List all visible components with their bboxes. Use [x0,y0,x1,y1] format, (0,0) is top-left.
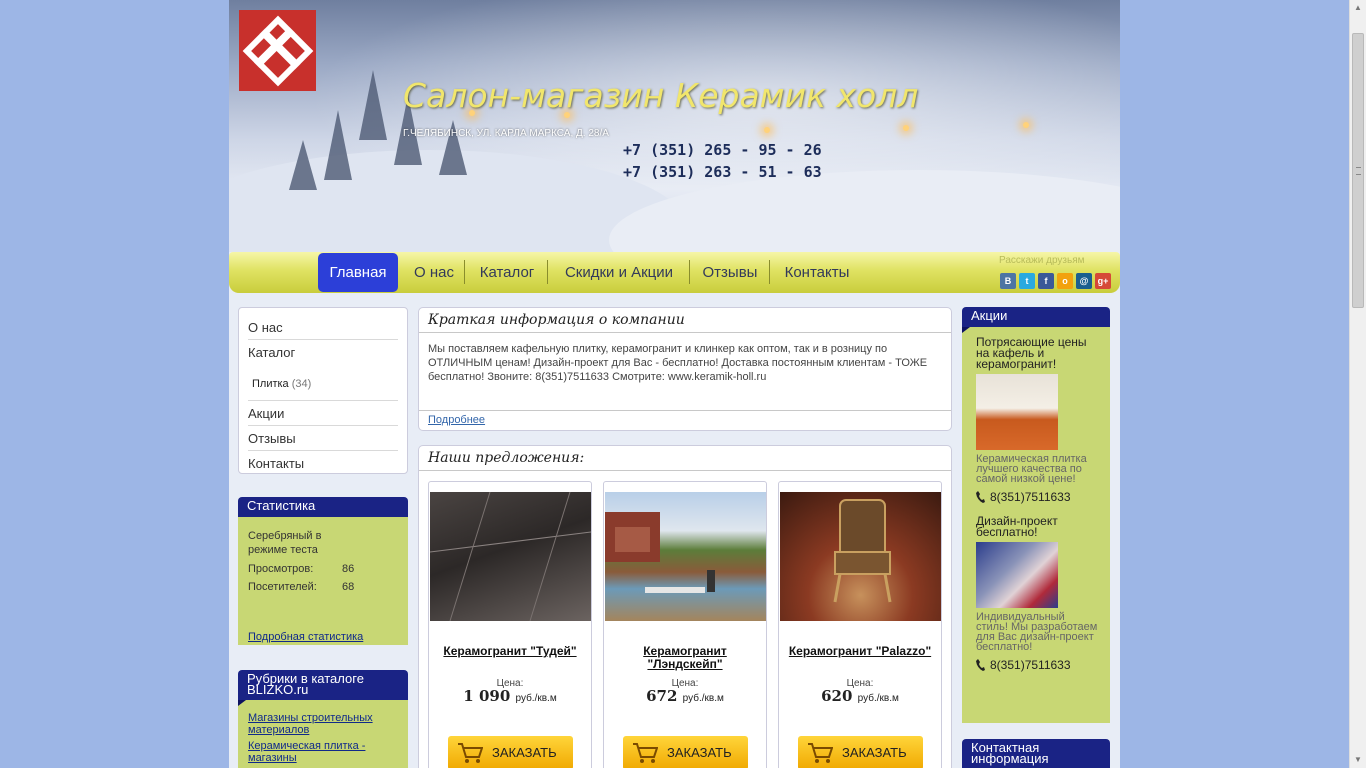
cart-icon [633,743,658,763]
product-name[interactable]: Керамогранит "Лэндскейп" [608,645,762,671]
order-label: ЗАКАЗАТЬ [667,745,732,760]
stats-title: Статистика [238,497,408,523]
price-unit: руб./кв.м [515,693,557,704]
product-name[interactable]: Керамогранит "Palazzo" [783,645,937,658]
order-button[interactable]: ЗАКАЗАТЬ [798,736,923,768]
product-price: 620 руб./кв.м [779,687,941,705]
facebook-icon[interactable]: f [1038,273,1054,289]
product-card: Керамогранит "Тудей" Цена: 1 090 руб./кв… [428,481,592,768]
promo-phone-number: 8(351)7511633 [990,490,1071,504]
nav-about[interactable]: О нас [406,253,462,292]
twitter-icon[interactable]: t [1019,273,1035,289]
nav-reviews[interactable]: Отзывы [697,253,763,292]
about-panel: Краткая информация о компании Мы поставл… [418,307,952,431]
views-label: Просмотров: [248,563,314,575]
visitors-value: 68 [342,581,355,593]
contacts-block: Контактная информация [962,739,1110,768]
menu-sub-count: (34) [291,378,312,390]
product-card: Керамогранит "Лэндскейп" Цена: 672 руб./… [603,481,767,768]
mailru-icon[interactable]: @ [1076,273,1092,289]
contacts-title: Контактная информация [962,739,1110,768]
scrollbar-thumb[interactable] [1352,33,1364,308]
product-image[interactable] [605,492,766,621]
order-label: ЗАКАЗАТЬ [842,745,907,760]
promo-title[interactable]: Дизайн-проект бесплатно! [976,515,1098,538]
price-value: 1 090 [463,687,511,705]
offers-panel: Наши предложения: Керамогранит "Тудей" Ц… [418,445,952,768]
order-button[interactable]: ЗАКАЗАТЬ [448,736,573,768]
product-price: 1 090 руб./кв.м [429,687,591,705]
product-name[interactable]: Керамогранит "Тудей" [433,645,587,658]
promo-desc: Керамическая плитка лучшего качества по … [976,453,1087,485]
actions-title: Акции [962,307,1110,333]
price-value: 620 [821,687,853,705]
menu-contacts[interactable]: Контакты [248,451,398,475]
rubric-link[interactable]: Керамическая плитка - магазины [248,740,398,764]
actions-block: Акции Потрясающие цены на кафель и керам… [962,307,1110,723]
menu-about[interactable]: О нас [248,317,398,340]
visitors-label: Посетителей: [248,581,317,593]
promo-phone-number: 8(351)7511633 [990,658,1071,672]
share-label: Расскажи друзьям [999,255,1085,266]
site-title: Салон-магазин Керамик холл [403,76,919,115]
about-title: Краткая информация о компании [419,308,951,333]
rubric-link[interactable]: Магазины строительных материалов [248,712,398,736]
menu-catalog[interactable]: Каталог [248,340,398,364]
menu-promos[interactable]: Акции [248,401,398,426]
promo-desc: Индивидуальный стиль! Мы разработаем для… [976,611,1098,653]
googleplus-icon[interactable]: g+ [1095,273,1111,289]
stats-more-link[interactable]: Подробная статистика [248,631,363,643]
stats-block: Статистика Серебряный в режиме теста Про… [238,497,408,645]
main-nav: Главная О нас Каталог Скидки и Акции Отз… [229,252,1120,293]
about-text: Мы поставляем кафельную плитку, керамогр… [419,333,951,411]
nav-home[interactable]: Главная [318,253,398,292]
header-banner: Салон-магазин Керамик холл Г.ЧЕЛЯБИНСК, … [229,0,1120,252]
nav-discounts[interactable]: Скидки и Акции [555,253,683,292]
nav-catalog[interactable]: Каталог [472,253,542,292]
rubrics-title: Рубрики в каталоге BLIZKO.ru [238,670,408,706]
promo-phone: 8(351)7511633 [976,490,1098,504]
price-value: 672 [646,687,678,705]
offers-title: Наши предложения: [419,446,951,471]
promo-image[interactable] [976,542,1058,608]
scroll-up-icon[interactable]: ▲ [1350,0,1366,16]
logo[interactable] [239,10,316,91]
menu-sub-tiles[interactable]: Плитка (34) [248,364,398,401]
promo-phone: 8(351)7511633 [976,658,1098,672]
phone-icon [976,491,985,503]
nav-contacts[interactable]: Контакты [777,253,857,292]
scroll-down-icon[interactable]: ▼ [1350,752,1366,768]
rubrics-block: Рубрики в каталоге BLIZKO.ru Магазины ст… [238,670,408,768]
product-card: Керамогранит "Palazzo" Цена: 620 руб./кв… [778,481,942,768]
promo-title[interactable]: Потрясающие цены на кафель и керамограни… [976,336,1098,370]
address: Г.ЧЕЛЯБИНСК, УЛ. КАРЛА МАРКСА, Д. 28/А [403,128,609,139]
odnoklassniki-icon[interactable]: o [1057,273,1073,289]
product-image[interactable] [430,492,591,621]
vkontakte-icon[interactable]: B [1000,273,1016,289]
product-price: 672 руб./кв.м [604,687,766,705]
price-unit: руб./кв.м [857,693,899,704]
share-icons: B t f o @ g+ [1000,273,1111,289]
phone-icon [976,659,985,671]
order-label: ЗАКАЗАТЬ [492,745,557,760]
menu-reviews[interactable]: Отзывы [248,426,398,451]
page-scrollbar[interactable]: ▲ ▼ [1349,0,1366,768]
phone-2: +7 (351) 263 - 51 - 63 [623,163,822,181]
stats-status: Серебряный в режиме теста [248,530,322,556]
views-value: 86 [342,563,355,575]
order-button[interactable]: ЗАКАЗАТЬ [623,736,748,768]
phone-1: +7 (351) 265 - 95 - 26 [623,141,822,159]
about-more-link[interactable]: Подробнее [419,411,951,429]
price-unit: руб./кв.м [682,693,724,704]
product-image[interactable] [780,492,941,621]
promo-image[interactable] [976,374,1058,450]
cart-icon [458,743,483,763]
menu-sub-label: Плитка [252,378,289,390]
cart-icon [808,743,833,763]
page: Салон-магазин Керамик холл Г.ЧЕЛЯБИНСК, … [229,0,1120,768]
left-menu: О нас Каталог Плитка (34) Акции Отзывы К… [238,307,408,474]
